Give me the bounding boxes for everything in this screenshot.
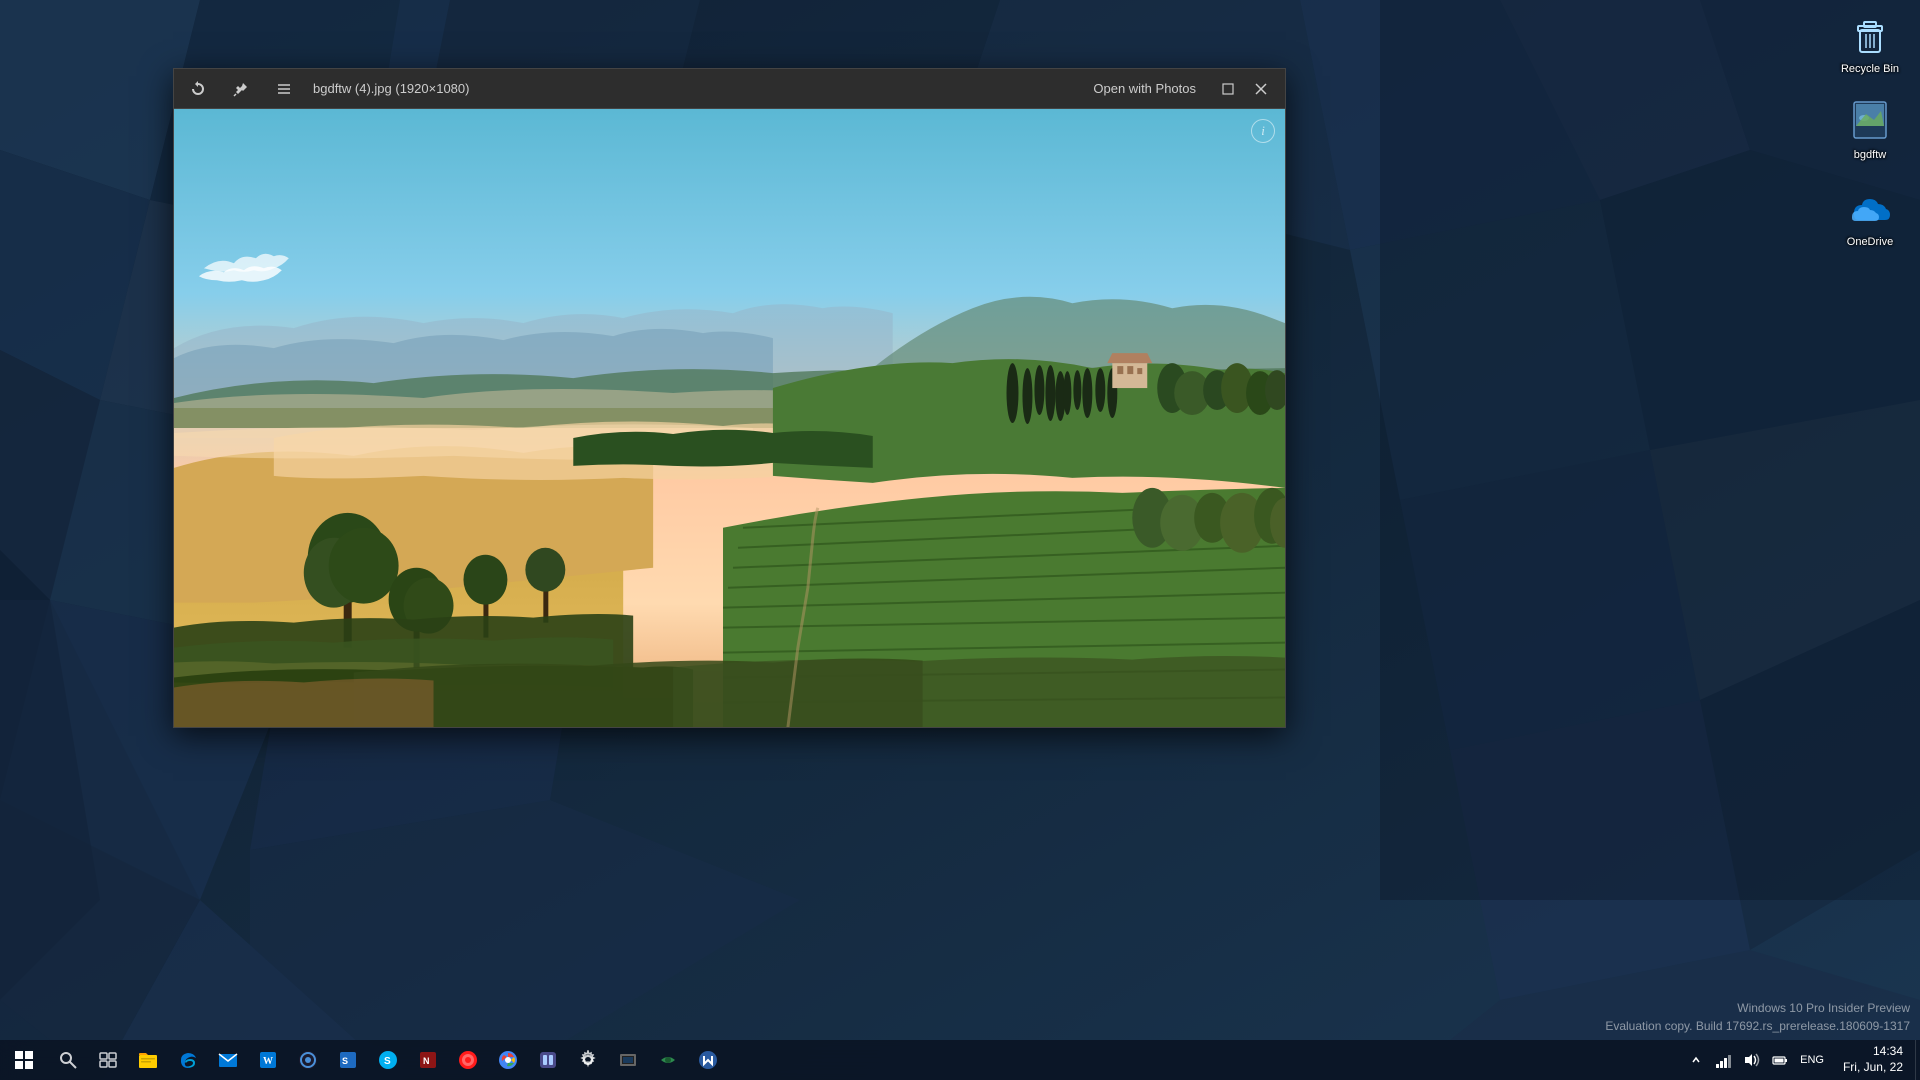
close-button[interactable]	[1247, 75, 1275, 103]
tray-volume[interactable]	[1740, 1040, 1764, 1080]
desktop-icon-bgdftw[interactable]: bgdftw	[1825, 91, 1915, 167]
maximize-button[interactable]	[1214, 75, 1242, 103]
recycle-bin-label: Recycle Bin	[1841, 62, 1899, 76]
svg-text:S: S	[384, 1056, 391, 1067]
clock-time: 14:34	[1873, 1044, 1903, 1060]
rotate-button[interactable]	[184, 75, 212, 103]
app-button-6[interactable]: S	[368, 1040, 408, 1080]
landscape-svg	[174, 109, 1285, 727]
info-button[interactable]: i	[1251, 119, 1275, 143]
titlebar-left-controls: bgdftw (4).jpg (1920×1080)	[184, 75, 469, 103]
app-button-12[interactable]	[608, 1040, 648, 1080]
pin-button[interactable]	[227, 75, 255, 103]
tray-battery[interactable]	[1768, 1040, 1792, 1080]
bgdftw-icon	[1846, 96, 1894, 144]
bgdftw-label: bgdftw	[1854, 148, 1886, 162]
photo-viewer-filename: bgdftw (4).jpg (1920×1080)	[313, 81, 469, 96]
mail-button[interactable]	[208, 1040, 248, 1080]
app-button-8[interactable]	[448, 1040, 488, 1080]
svg-text:N: N	[423, 1056, 430, 1066]
app-button-9[interactable]	[488, 1040, 528, 1080]
app-button-3[interactable]: W	[248, 1040, 288, 1080]
menu-button[interactable]	[270, 75, 298, 103]
titlebar-right-controls: Open with Photos	[1085, 75, 1275, 103]
onedrive-label: OneDrive	[1847, 235, 1893, 249]
photo-viewer-content: i	[174, 109, 1285, 727]
search-button[interactable]	[48, 1040, 88, 1080]
app-button-5[interactable]: S	[328, 1040, 368, 1080]
tray-network[interactable]	[1712, 1040, 1736, 1080]
settings-button[interactable]	[568, 1040, 608, 1080]
clock-date: Fri, Jun, 22	[1843, 1060, 1903, 1076]
desktop-icon-recycle-bin[interactable]: Recycle Bin	[1825, 5, 1915, 81]
desktop-icons-area: Recycle Bin bgdftw	[1820, 0, 1920, 254]
taskbar: W S S N	[0, 1040, 1920, 1080]
window-control-buttons	[1214, 75, 1275, 103]
landscape-image: i	[174, 109, 1285, 727]
start-button[interactable]	[0, 1040, 48, 1080]
tray-language[interactable]: ENG	[1796, 1040, 1828, 1080]
app-button-4[interactable]	[288, 1040, 328, 1080]
recycle-bin-icon	[1846, 10, 1894, 58]
tray-chevron[interactable]	[1684, 1040, 1708, 1080]
open-with-photos-button[interactable]: Open with Photos	[1085, 77, 1204, 100]
edge-button[interactable]	[168, 1040, 208, 1080]
file-explorer-button[interactable]	[128, 1040, 168, 1080]
show-desktop-button[interactable]	[1915, 1040, 1920, 1080]
app-button-14[interactable]	[688, 1040, 728, 1080]
app-button-7[interactable]: N	[408, 1040, 448, 1080]
photo-viewer-titlebar: bgdftw (4).jpg (1920×1080) Open with Pho…	[174, 69, 1285, 109]
task-view-button[interactable]	[88, 1040, 128, 1080]
app-button-10[interactable]	[528, 1040, 568, 1080]
svg-text:W: W	[263, 1056, 273, 1067]
onedrive-icon	[1846, 183, 1894, 231]
taskbar-clock[interactable]: 14:34 Fri, Jun, 22	[1833, 1040, 1913, 1080]
app-button-13[interactable]	[648, 1040, 688, 1080]
desktop: Recycle Bin bgdftw	[0, 0, 1920, 1080]
desktop-icon-onedrive[interactable]: OneDrive	[1825, 178, 1915, 254]
svg-text:S: S	[342, 1056, 348, 1066]
photo-viewer-window: bgdftw (4).jpg (1920×1080) Open with Pho…	[173, 68, 1286, 728]
system-tray: ENG	[1679, 1040, 1833, 1080]
